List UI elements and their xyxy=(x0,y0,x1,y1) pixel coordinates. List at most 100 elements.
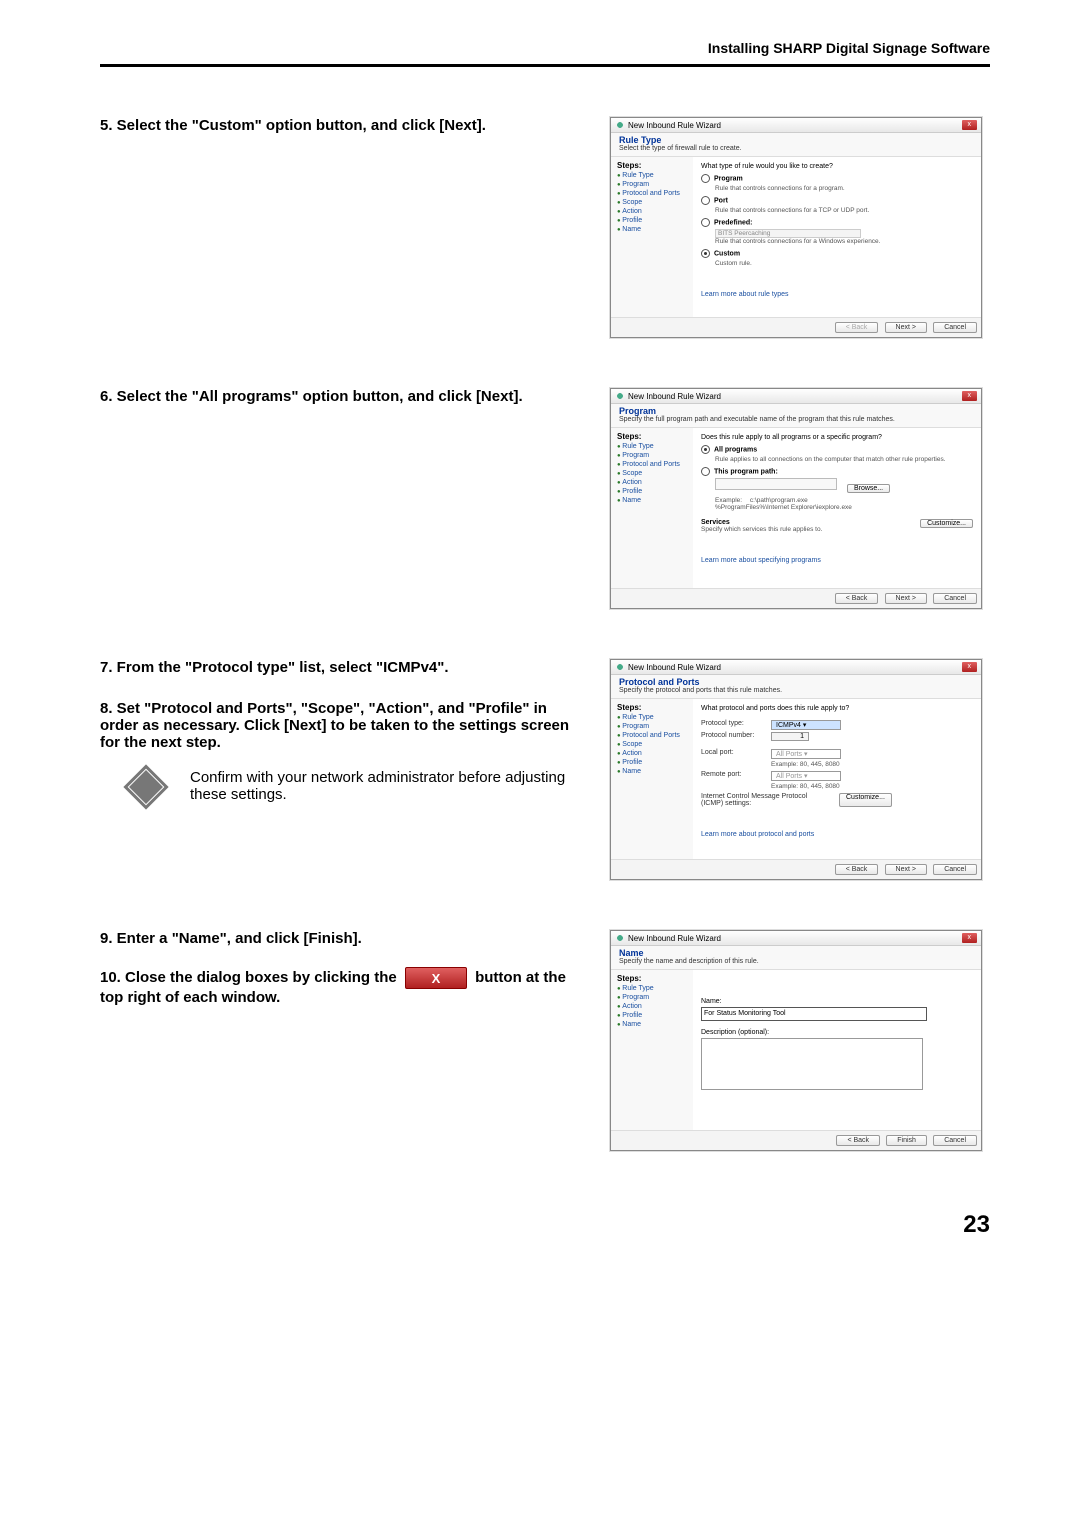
finish-button[interactable]: Finish xyxy=(886,1135,927,1146)
steps-item[interactable]: Profile xyxy=(617,217,687,224)
remote-port-select[interactable]: All Ports xyxy=(771,771,841,781)
steps-item[interactable]: Program xyxy=(617,994,687,1001)
steps-item[interactable]: Rule Type xyxy=(617,714,687,721)
wizard-program: New Inbound Rule Wizard x Program Specif… xyxy=(610,388,982,609)
customize-button[interactable]: Customize... xyxy=(839,793,892,807)
step-8-note: Confirm with your network administrator … xyxy=(190,769,580,803)
step-5-text: 5. Select the "Custom" option button, an… xyxy=(100,117,580,134)
steps-item[interactable]: Scope xyxy=(617,470,687,477)
steps-item[interactable]: Profile xyxy=(617,759,687,766)
steps-item[interactable]: Rule Type xyxy=(617,985,687,992)
opt-predefined: Predefined: xyxy=(714,219,753,226)
steps-header: Steps: xyxy=(617,974,687,983)
steps-item[interactable]: Rule Type xyxy=(617,172,687,179)
steps-item[interactable]: Action xyxy=(617,1003,687,1010)
opt-program-sub: Rule that controls connections for a pro… xyxy=(715,185,973,192)
close-icon[interactable]: x xyxy=(962,933,978,943)
wizard-name: New Inbound Rule Wizard x Name Specify t… xyxy=(610,930,982,1151)
steps-item[interactable]: Protocol and Ports xyxy=(617,190,687,197)
steps-item[interactable]: Program xyxy=(617,723,687,730)
close-icon[interactable]: x xyxy=(962,662,978,672)
next-button[interactable]: Next > xyxy=(885,593,927,604)
proto-type-label: Protocol type: xyxy=(701,720,771,730)
icmp-label: Internet Control Message Protocol (ICMP)… xyxy=(701,793,831,807)
wizard-head-title: Program xyxy=(619,406,973,416)
learn-link[interactable]: Learn more about specifying programs xyxy=(701,557,973,564)
steps-item[interactable]: Profile xyxy=(617,488,687,495)
wizard-question: What type of rule would you like to crea… xyxy=(701,163,973,170)
steps-item[interactable]: Name xyxy=(617,1021,687,1028)
steps-header: Steps: xyxy=(617,161,687,170)
wizard-protocol-ports: New Inbound Rule Wizard x Protocol and P… xyxy=(610,659,982,880)
steps-header: Steps: xyxy=(617,432,687,441)
name-label: Name: xyxy=(701,998,973,1005)
opt-port: Port xyxy=(714,197,728,204)
cancel-button[interactable]: Cancel xyxy=(933,1135,977,1146)
step-8-text: 8. Set "Protocol and Ports", "Scope", "A… xyxy=(100,700,580,751)
next-button[interactable]: Next > xyxy=(885,322,927,333)
step-6-text: 6. Select the "All programs" option butt… xyxy=(100,388,610,405)
back-button[interactable]: < Back xyxy=(835,864,879,875)
radio-custom[interactable] xyxy=(701,249,710,258)
page-header: Installing SHARP Digital Signage Softwar… xyxy=(100,40,990,67)
local-port-select[interactable]: All Ports xyxy=(771,749,841,759)
cancel-button[interactable]: Cancel xyxy=(933,864,977,875)
next-button[interactable]: Next > xyxy=(885,864,927,875)
steps-item[interactable]: Program xyxy=(617,181,687,188)
steps-header: Steps: xyxy=(617,703,687,712)
step-10-text-a: 10. Close the dialog boxes by clicking t… xyxy=(100,969,397,986)
cancel-button[interactable]: Cancel xyxy=(933,593,977,604)
predefined-select[interactable]: BITS Peercaching xyxy=(715,229,861,238)
steps-item[interactable]: Action xyxy=(617,208,687,215)
opt-all-programs-sub: Rule applies to all connections on the c… xyxy=(715,456,973,463)
wizard-question: What protocol and ports does this rule a… xyxy=(701,705,973,712)
steps-item[interactable]: Name xyxy=(617,768,687,775)
shield-icon xyxy=(615,120,625,130)
opt-all-programs: All programs xyxy=(714,446,757,453)
close-icon: X xyxy=(405,967,467,989)
browse-button[interactable]: Browse... xyxy=(847,484,890,493)
wizard-title: New Inbound Rule Wizard xyxy=(628,392,721,401)
wizard-head-sub: Specify the protocol and ports that this… xyxy=(619,687,973,694)
radio-port[interactable] xyxy=(701,196,710,205)
steps-item[interactable]: Name xyxy=(617,226,687,233)
shield-icon xyxy=(615,391,625,401)
local-port-example: Example: 80, 445, 8080 xyxy=(771,761,973,768)
name-input[interactable]: For Status Monitoring Tool xyxy=(701,1007,927,1021)
shield-icon xyxy=(615,662,625,672)
steps-item[interactable]: Protocol and Ports xyxy=(617,732,687,739)
radio-all-programs[interactable] xyxy=(701,445,710,454)
steps-item[interactable]: Action xyxy=(617,479,687,486)
services-label: Services xyxy=(701,519,730,526)
program-path-input[interactable] xyxy=(715,478,837,490)
steps-item[interactable]: Scope xyxy=(617,199,687,206)
steps-item[interactable]: Profile xyxy=(617,1012,687,1019)
step-7-text: 7. From the "Protocol type" list, select… xyxy=(100,659,580,676)
desc-input[interactable] xyxy=(701,1038,923,1090)
steps-item[interactable]: Scope xyxy=(617,741,687,748)
wizard-head-title: Name xyxy=(619,948,973,958)
radio-program[interactable] xyxy=(701,174,710,183)
customize-button[interactable]: Customize... xyxy=(920,519,973,528)
steps-item[interactable]: Program xyxy=(617,452,687,459)
learn-link[interactable]: Learn more about protocol and ports xyxy=(701,831,973,838)
opt-custom-sub: Custom rule. xyxy=(715,260,973,267)
learn-link[interactable]: Learn more about rule types xyxy=(701,291,973,298)
close-icon[interactable]: x xyxy=(962,391,978,401)
proto-num-label: Protocol number: xyxy=(701,732,771,741)
wizard-title: New Inbound Rule Wizard xyxy=(628,934,721,943)
back-button[interactable]: < Back xyxy=(835,593,879,604)
back-button[interactable]: < Back xyxy=(836,1135,880,1146)
steps-item[interactable]: Name xyxy=(617,497,687,504)
example-label: Example: xyxy=(715,497,742,504)
radio-this-path[interactable] xyxy=(701,467,710,476)
steps-item[interactable]: Protocol and Ports xyxy=(617,461,687,468)
steps-item[interactable]: Rule Type xyxy=(617,443,687,450)
steps-item[interactable]: Action xyxy=(617,750,687,757)
cancel-button[interactable]: Cancel xyxy=(933,322,977,333)
radio-predefined[interactable] xyxy=(701,218,710,227)
opt-program: Program xyxy=(714,175,743,182)
close-icon[interactable]: x xyxy=(962,120,978,130)
wizard-rule-type: New Inbound Rule Wizard x Rule Type Sele… xyxy=(610,117,982,338)
proto-type-select[interactable]: ICMPv4 xyxy=(771,720,841,730)
